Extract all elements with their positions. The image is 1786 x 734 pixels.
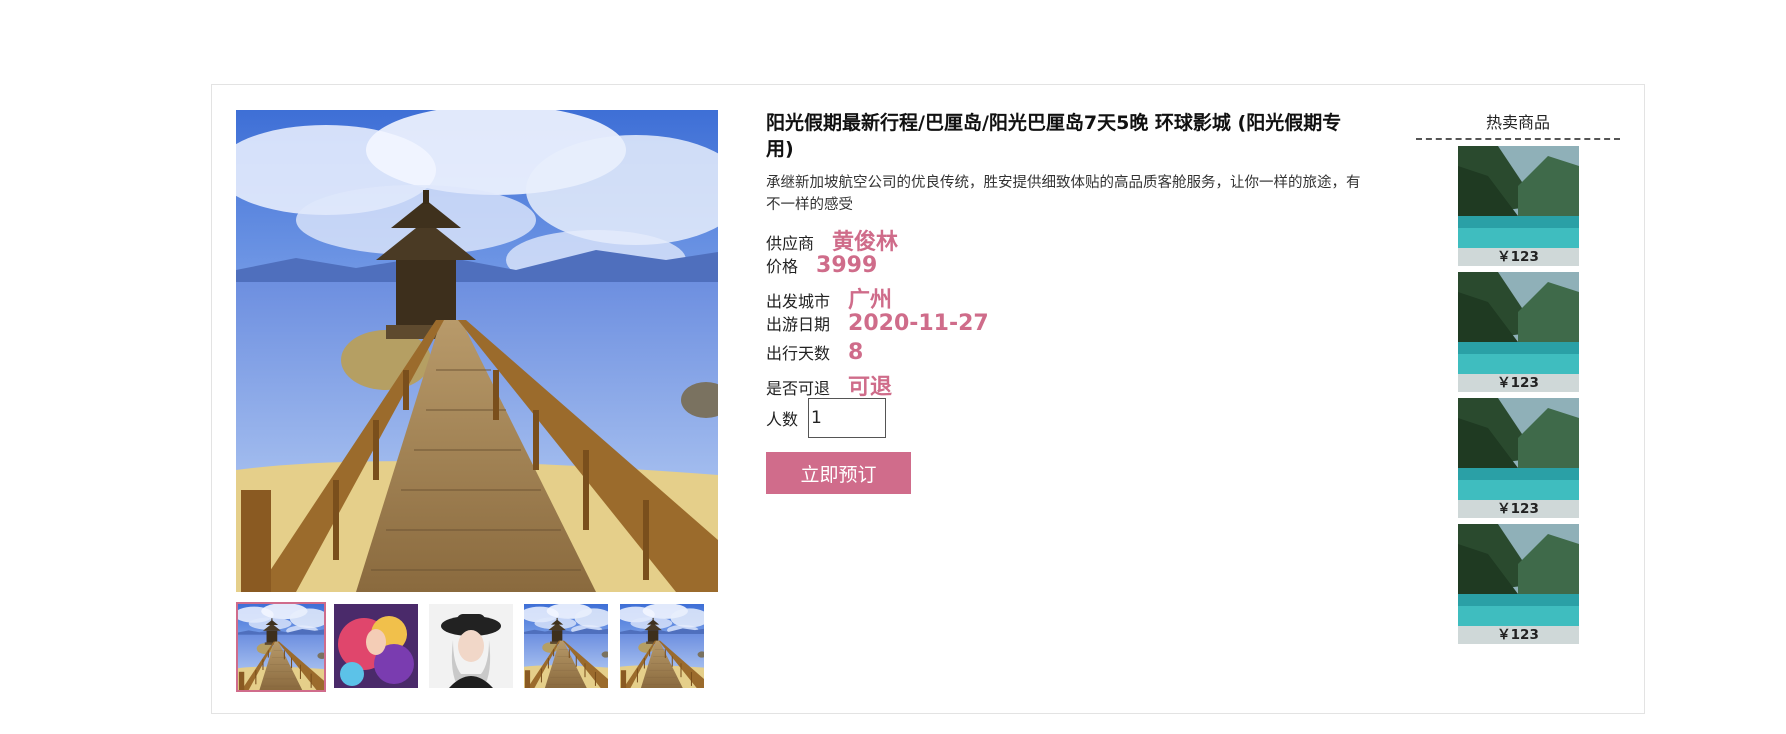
quantity-label: 人数 — [766, 410, 799, 429]
field-travel-date: 出游日期 2020-11-27 — [766, 311, 1366, 340]
field-days: 出行天数 8 — [766, 340, 1366, 369]
main-product-photo[interactable] — [236, 110, 718, 592]
lake-photo-icon — [1458, 524, 1579, 626]
field-supplier: 供应商 黄俊林 — [766, 224, 1366, 255]
field-price: 价格 3999 — [766, 253, 1366, 282]
hot-sale-item[interactable]: ￥123 — [1457, 272, 1579, 392]
field-label: 是否可退 — [766, 379, 831, 398]
field-value: 2020-11-27 — [848, 311, 989, 336]
field-label: 价格 — [766, 257, 799, 276]
field-refundable: 是否可退 可退 — [766, 369, 1366, 400]
hot-sale-price: ￥123 — [1457, 500, 1579, 518]
field-label: 出游日期 — [766, 315, 831, 334]
hot-sale-price: ￥123 — [1457, 248, 1579, 266]
portrait-photo-icon — [429, 604, 513, 688]
hot-sale-price: ￥123 — [1457, 374, 1579, 392]
lake-photo-icon — [1458, 398, 1579, 500]
thumbnail-5[interactable] — [620, 604, 704, 688]
quantity-row: 人数 — [766, 398, 1366, 438]
field-value: 可退 — [848, 375, 893, 400]
thumbnail-4[interactable] — [524, 604, 608, 688]
hot-sale-item[interactable]: ￥123 — [1457, 146, 1579, 266]
book-now-button[interactable]: 立即预订 — [766, 452, 911, 494]
lake-photo-icon — [1458, 146, 1579, 248]
pier-photo-icon — [238, 604, 324, 690]
product-details: 阳光假期最新行程/巴厘岛/阳光巴厘岛7天5晚 环球影城 (阳光假期专用) 承继新… — [766, 110, 1366, 494]
field-value: 8 — [848, 340, 864, 365]
pier-photo-icon — [524, 604, 608, 688]
hot-sale-item[interactable]: ￥123 — [1457, 398, 1579, 518]
field-label: 出行天数 — [766, 344, 831, 363]
hot-sale-price: ￥123 — [1457, 626, 1579, 644]
hot-sale-item[interactable]: ￥123 — [1457, 524, 1579, 644]
hot-sales-list: ￥123 ￥123 ￥123 ￥123 — [1416, 146, 1620, 644]
field-value: 黄俊林 — [832, 230, 899, 255]
hot-sales-title: 热卖商品 — [1416, 112, 1620, 140]
field-value: 3999 — [816, 253, 878, 278]
field-label: 出发城市 — [766, 292, 831, 311]
field-departure-city: 出发城市 广州 — [766, 282, 1366, 313]
product-fields: 供应商 黄俊林 价格 3999 出发城市 广州 出游日期 2020-11-27 … — [766, 224, 1366, 400]
quantity-input[interactable] — [808, 398, 887, 438]
product-title: 阳光假期最新行程/巴厘岛/阳光巴厘岛7天5晚 环球影城 (阳光假期专用) — [766, 112, 1342, 160]
thumbnail-3[interactable] — [429, 604, 513, 688]
game-art-icon — [334, 604, 418, 688]
pier-photo-icon — [620, 604, 704, 688]
lake-photo-icon — [1458, 272, 1579, 374]
field-label: 供应商 — [766, 234, 815, 253]
thumbnail-2[interactable] — [334, 604, 418, 688]
hot-sales-panel: 热卖商品 ￥123 ￥123 ￥123 ￥123 — [1416, 112, 1620, 650]
product-description: 承继新加坡航空公司的优良传统，胜安提供细致体贴的高品质客舱服务，让你一样的旅途，… — [766, 175, 1361, 213]
field-value: 广州 — [848, 288, 893, 313]
thumbnail-1[interactable] — [236, 602, 326, 692]
